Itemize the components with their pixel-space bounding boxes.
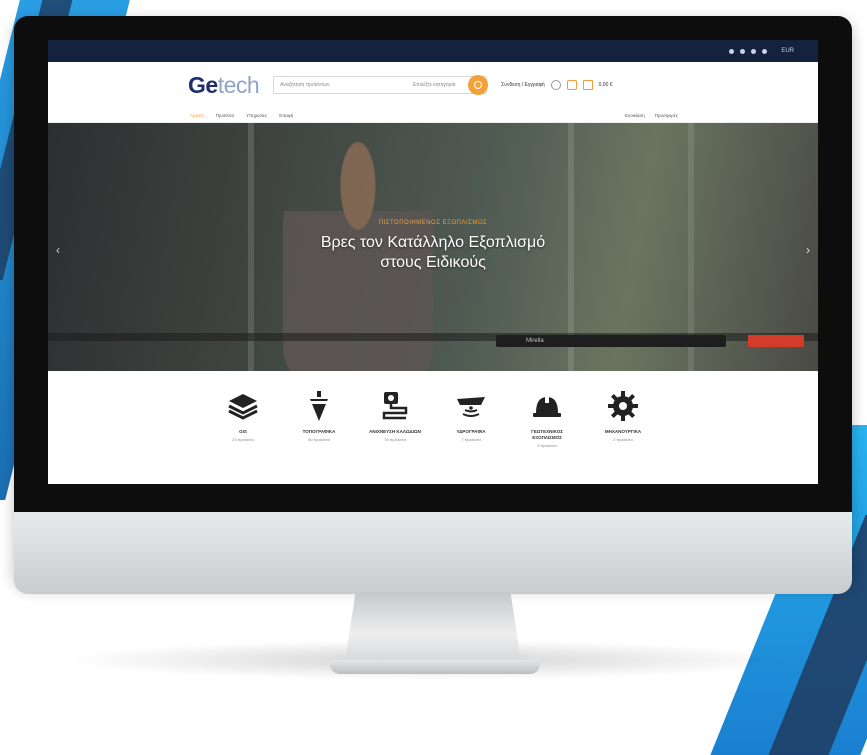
monitor-stand: [345, 592, 521, 662]
category-cable-detection[interactable]: ΑΝΙΧΝΕΥΣΗ ΚΑΛΩΔΙΩΝ 76 προϊόντα: [365, 389, 425, 448]
category-row: GIS 23 προϊόντα ΤΟΠΟΓΡΑΦΙΚΑ 80 προϊόντα …: [48, 371, 818, 448]
cable-locator-icon: [382, 392, 408, 420]
logo-text-main: Ge: [188, 71, 218, 98]
slider-next-icon[interactable]: ›: [806, 243, 810, 257]
device-label: Mirella: [526, 338, 544, 344]
nav-item-products[interactable]: Προϊόντα: [216, 113, 234, 118]
slider-prev-icon[interactable]: ‹: [56, 243, 60, 257]
hero-red-tag: [748, 335, 804, 347]
hero-subtitle: ΠΙΣΤΟΠΟΙΗΜΕΝΟΣ ΕΞΟΠΛΙΣΜΟΣ: [378, 220, 488, 226]
header-actions: Σύνδεση / Εγγραφή 0,00 €: [501, 80, 613, 90]
top-bar: EUR: [48, 40, 818, 62]
category-gis[interactable]: GIS 23 προϊόντα: [213, 389, 273, 448]
category-name: GIS: [239, 429, 247, 434]
currency-selector[interactable]: EUR: [781, 48, 794, 54]
site-header: Getech Αναζήτηση προϊόντων Επιλέξτε κατη…: [48, 62, 818, 108]
search-button[interactable]: [468, 75, 489, 95]
monitor-foot: [330, 660, 540, 674]
search-input[interactable]: Αναζήτηση προϊόντων: [280, 82, 329, 88]
youtube-icon[interactable]: [762, 48, 768, 54]
twitter-icon[interactable]: [740, 48, 746, 54]
hero-title-line2: στους Ειδικούς: [380, 254, 486, 271]
category-count: 3 προϊόντα: [537, 443, 557, 448]
gear-icon: [608, 391, 638, 421]
facebook-icon[interactable]: [729, 48, 735, 54]
cart-icon[interactable]: [582, 80, 593, 90]
wishlist-icon[interactable]: [566, 80, 577, 90]
website-screen: EUR Getech Αναζήτηση προϊόντων Επιλέξτε …: [48, 40, 818, 484]
hero-title: Βρες τον Κατάλληλο Εξοπλισμό στους Ειδικ…: [48, 233, 818, 273]
hero-title-line1: Βρες τον Κατάλληλο Εξοπλισμό: [320, 234, 546, 251]
nav-item-services[interactable]: Υπηρεσίες: [246, 113, 267, 118]
category-name: ΓΕΩΤΕΧΝΙΚΟΣ ΕΞΟΠΛΙΣΜΟΣ: [531, 429, 563, 440]
nav-item-home[interactable]: Αρχική: [190, 113, 204, 118]
category-count: 80 προϊόντα: [308, 437, 330, 442]
category-name: ΜΗΧΑΝΟΥΡΓΙΚΑ: [604, 429, 642, 434]
category-count: 7 προϊόντα: [461, 437, 481, 442]
monitor-chin: [14, 512, 852, 594]
logo-text-light: tech: [217, 71, 260, 98]
category-count: 23 προϊόντα: [232, 437, 254, 442]
main-nav: Αρχική Προϊόντα Υπηρεσίες Επαφή Ενοικίασ…: [48, 108, 818, 123]
nav-item-offers[interactable]: Προσφορές: [655, 113, 678, 118]
plumb-bob-icon: [309, 391, 329, 421]
search-category-select[interactable]: Επιλέξτε κατηγορία: [404, 82, 464, 88]
category-hydrography[interactable]: ΥΔΡΟΓΡΑΦΙΑ 7 προϊόντα: [441, 389, 501, 448]
nav-item-rental[interactable]: Ενοικίαση: [625, 113, 645, 118]
sonar-boat-icon: [457, 397, 485, 417]
category-count: 76 προϊόντα: [384, 437, 406, 442]
account-link[interactable]: Σύνδεση / Εγγραφή: [501, 82, 544, 88]
category-topographic[interactable]: ΤΟΠΟΓΡΑΦΙΚΑ 80 προϊόντα: [289, 389, 349, 448]
hero-device-image: Mirella: [496, 335, 726, 347]
layers-icon: [228, 394, 258, 420]
hero-slider: ΠΙΣΤΟΠΟΙΗΜΕΝΟΣ ΕΞΟΠΛΙΣΜΟΣ Βρες τον Κατάλ…: [48, 123, 818, 371]
nav-item-contact[interactable]: Επαφή: [279, 113, 293, 118]
category-count: 2 προϊόντα: [613, 437, 633, 442]
nav-right: Ενοικίαση Προσφορές: [625, 113, 678, 118]
cart-total[interactable]: 0,00 €: [599, 82, 613, 88]
hard-hat-icon: [533, 395, 561, 417]
search-bar[interactable]: Αναζήτηση προϊόντων Επιλέξτε κατηγορία: [273, 75, 489, 95]
category-geotechnical[interactable]: ΓΕΩΤΕΧΝΙΚΟΣ ΕΞΟΠΛΙΣΜΟΣ 3 προϊόντα: [517, 389, 577, 448]
category-name: ΤΟΠΟΓΡΑΦΙΚΑ: [302, 429, 336, 434]
category-name: ΑΝΙΧΝΕΥΣΗ ΚΑΛΩΔΙΩΝ: [369, 429, 421, 434]
compare-icon[interactable]: [550, 80, 561, 90]
category-name: ΥΔΡΟΓΡΑΦΙΑ: [456, 429, 486, 434]
category-machining[interactable]: ΜΗΧΑΝΟΥΡΓΙΚΑ 2 προϊόντα: [593, 389, 653, 448]
site-logo[interactable]: Getech: [188, 71, 260, 99]
instagram-icon[interactable]: [751, 48, 757, 54]
